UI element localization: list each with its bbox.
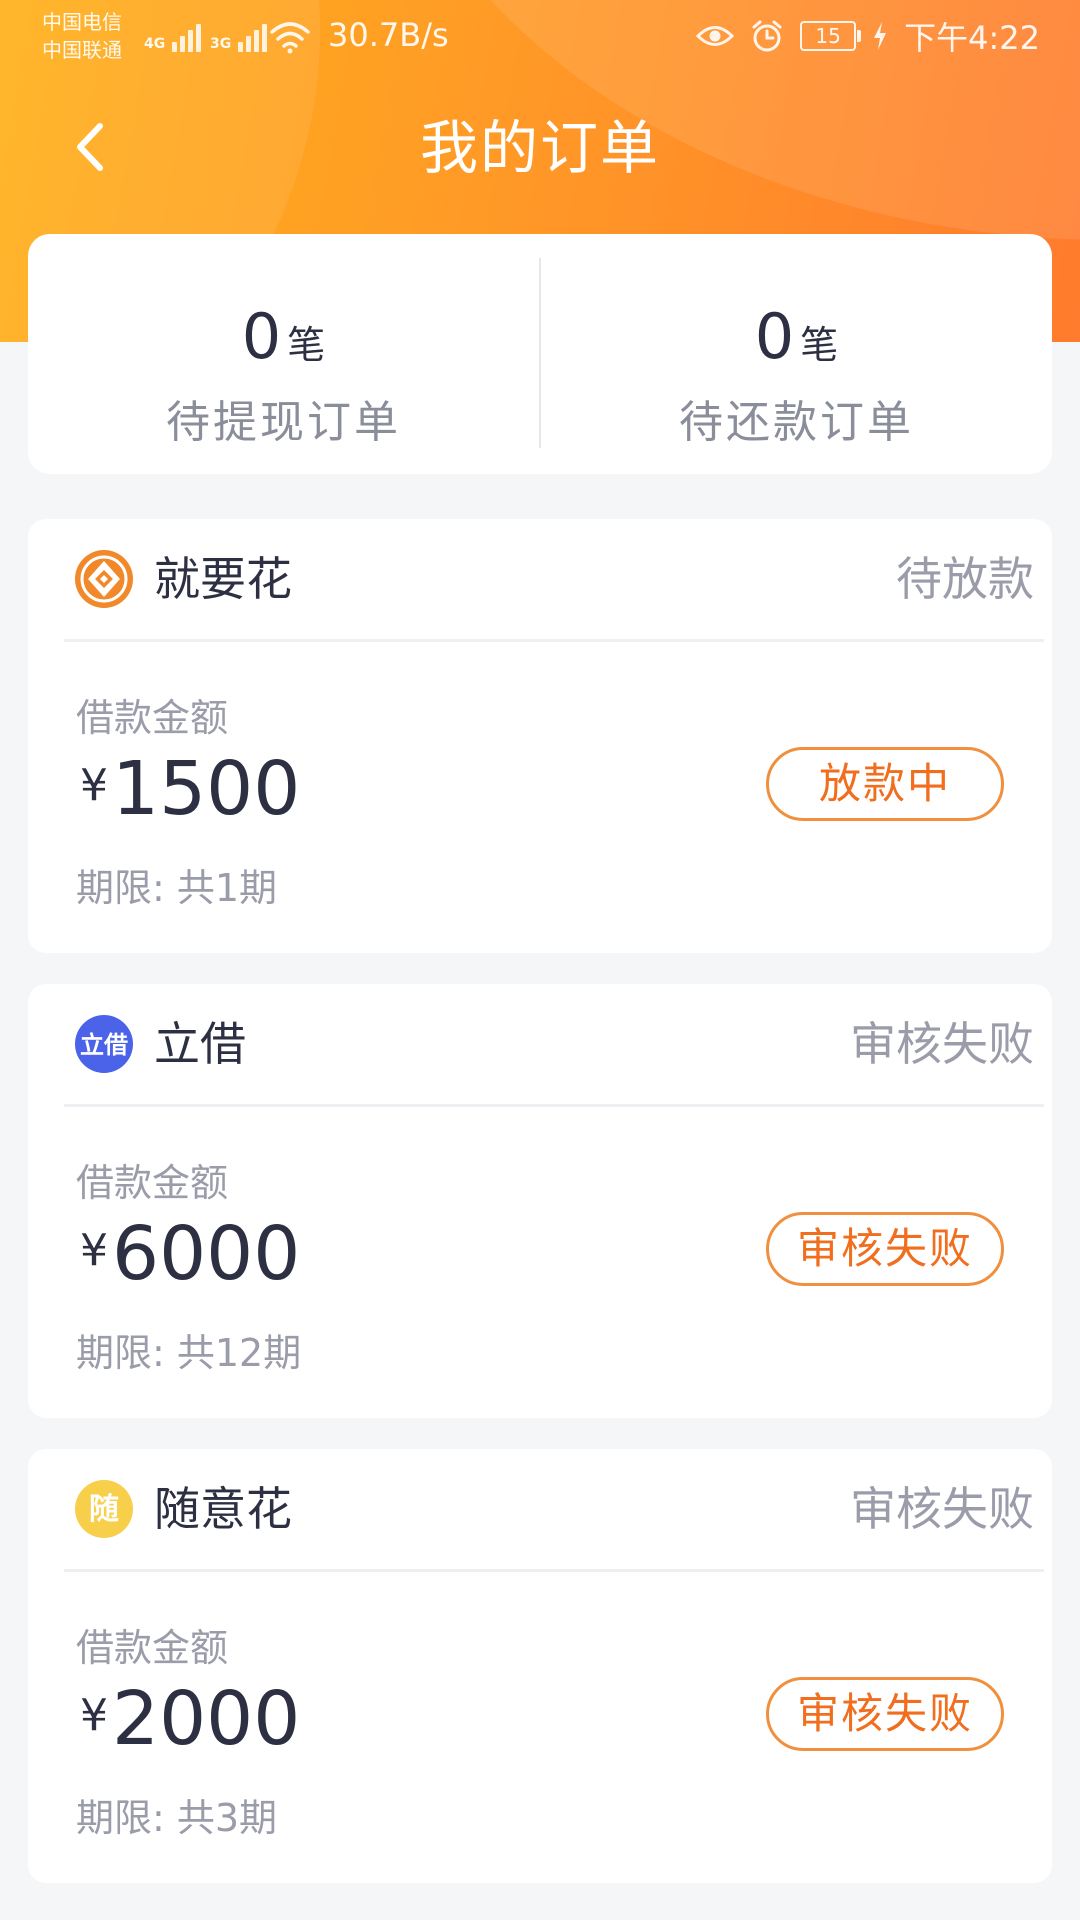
net-speed: 30.7B/s <box>328 16 449 54</box>
loan-amount: ¥1500 <box>80 741 300 854</box>
amount-label: 借款金额 <box>76 1626 229 1670</box>
order-action-button[interactable]: 审核失败 <box>766 1212 1004 1286</box>
order-status: 审核失败 <box>850 1017 1034 1071</box>
currency-symbol: ¥ <box>80 1690 108 1741</box>
currency-symbol: ¥ <box>80 760 108 811</box>
suiyihua-logo-icon: 随 <box>75 1480 133 1538</box>
clock: 下午4:22 <box>904 19 1040 57</box>
summary-count-number: 0 <box>241 300 282 373</box>
loan-amount: ¥6000 <box>80 1206 300 1319</box>
battery-icon: 15 <box>800 21 862 51</box>
lijie-logo-icon: 立借 <box>75 1015 133 1073</box>
signal-2-type: 3G <box>210 36 232 52</box>
order-card-header: 立借 立借 审核失败 <box>64 984 1044 1107</box>
summary-pending-withdrawal[interactable]: 0笔 待提现订单 <box>28 234 539 474</box>
jiuyaohua-logo-icon <box>75 550 133 608</box>
loan-amount: ¥2000 <box>80 1671 300 1784</box>
charging-icon <box>874 22 887 50</box>
alarm-icon <box>752 20 782 52</box>
suiyihua-logo-text: 随 <box>89 1492 119 1527</box>
carrier-2: 中国联通 <box>42 38 122 62</box>
order-status: 审核失败 <box>850 1482 1034 1536</box>
status-bar: 中国电信 中国联通 4G 3G 30.7B/s 15 下午4:22 <box>0 0 1080 76</box>
signal-1-icon: 4G <box>144 22 206 52</box>
battery-level: 15 <box>815 24 841 48</box>
summary-pending-repayment[interactable]: 0笔 待还款订单 <box>541 234 1052 474</box>
signal-1-type: 4G <box>144 36 166 52</box>
signal-2-icon: 3G <box>210 22 272 52</box>
carrier-1: 中国电信 <box>42 10 122 34</box>
summary-count-unit: 笔 <box>287 323 326 367</box>
product-name: 立借 <box>154 1017 246 1071</box>
amount-label: 借款金额 <box>76 696 229 740</box>
product-name: 随意花 <box>154 1482 292 1536</box>
order-action-button[interactable]: 审核失败 <box>766 1677 1004 1751</box>
amount-label: 借款金额 <box>76 1161 229 1205</box>
amount-value: 1500 <box>112 746 301 832</box>
lijie-logo-text: 立借 <box>80 1031 128 1059</box>
summary-count-unit: 笔 <box>800 323 839 367</box>
order-card-suiyihua[interactable]: 随 随意花 审核失败 借款金额 ¥2000 期限: 共3期 审核失败 <box>28 1449 1052 1883</box>
order-card-jiuyaohua[interactable]: 就要花 待放款 借款金额 ¥1500 期限: 共1期 放款中 <box>28 519 1052 953</box>
amount-value: 2000 <box>112 1676 301 1762</box>
order-card-header: 就要花 待放款 <box>64 519 1044 642</box>
carrier-names: 中国电信 中国联通 <box>42 8 122 64</box>
summary-count: 0笔 <box>541 306 1052 372</box>
order-status: 待放款 <box>896 552 1034 606</box>
loan-term: 期限: 共12期 <box>76 1331 302 1375</box>
loan-term: 期限: 共3期 <box>76 1796 278 1840</box>
summary-count: 0笔 <box>28 306 539 372</box>
loan-term: 期限: 共1期 <box>76 866 278 910</box>
order-card-header: 随 随意花 审核失败 <box>64 1449 1044 1572</box>
currency-symbol: ¥ <box>80 1225 108 1276</box>
summary-count-number: 0 <box>754 300 795 373</box>
status-right-group: 15 下午4:22 <box>696 14 1040 58</box>
orders-page: 中国电信 中国联通 4G 3G 30.7B/s 15 下午4:22 我的订单 0… <box>0 0 1080 1920</box>
product-name: 就要花 <box>154 552 292 606</box>
wifi-icon <box>270 22 310 54</box>
order-summary-card: 0笔 待提现订单 0笔 待还款订单 <box>28 234 1052 474</box>
eye-icon <box>696 26 735 46</box>
summary-label: 待提现订单 <box>166 397 401 448</box>
order-action-button[interactable]: 放款中 <box>766 747 1004 821</box>
summary-label: 待还款订单 <box>679 397 914 448</box>
page-title: 我的订单 <box>419 114 660 182</box>
amount-value: 6000 <box>112 1211 301 1297</box>
order-card-lijie[interactable]: 立借 立借 审核失败 借款金额 ¥6000 期限: 共12期 审核失败 <box>28 984 1052 1418</box>
